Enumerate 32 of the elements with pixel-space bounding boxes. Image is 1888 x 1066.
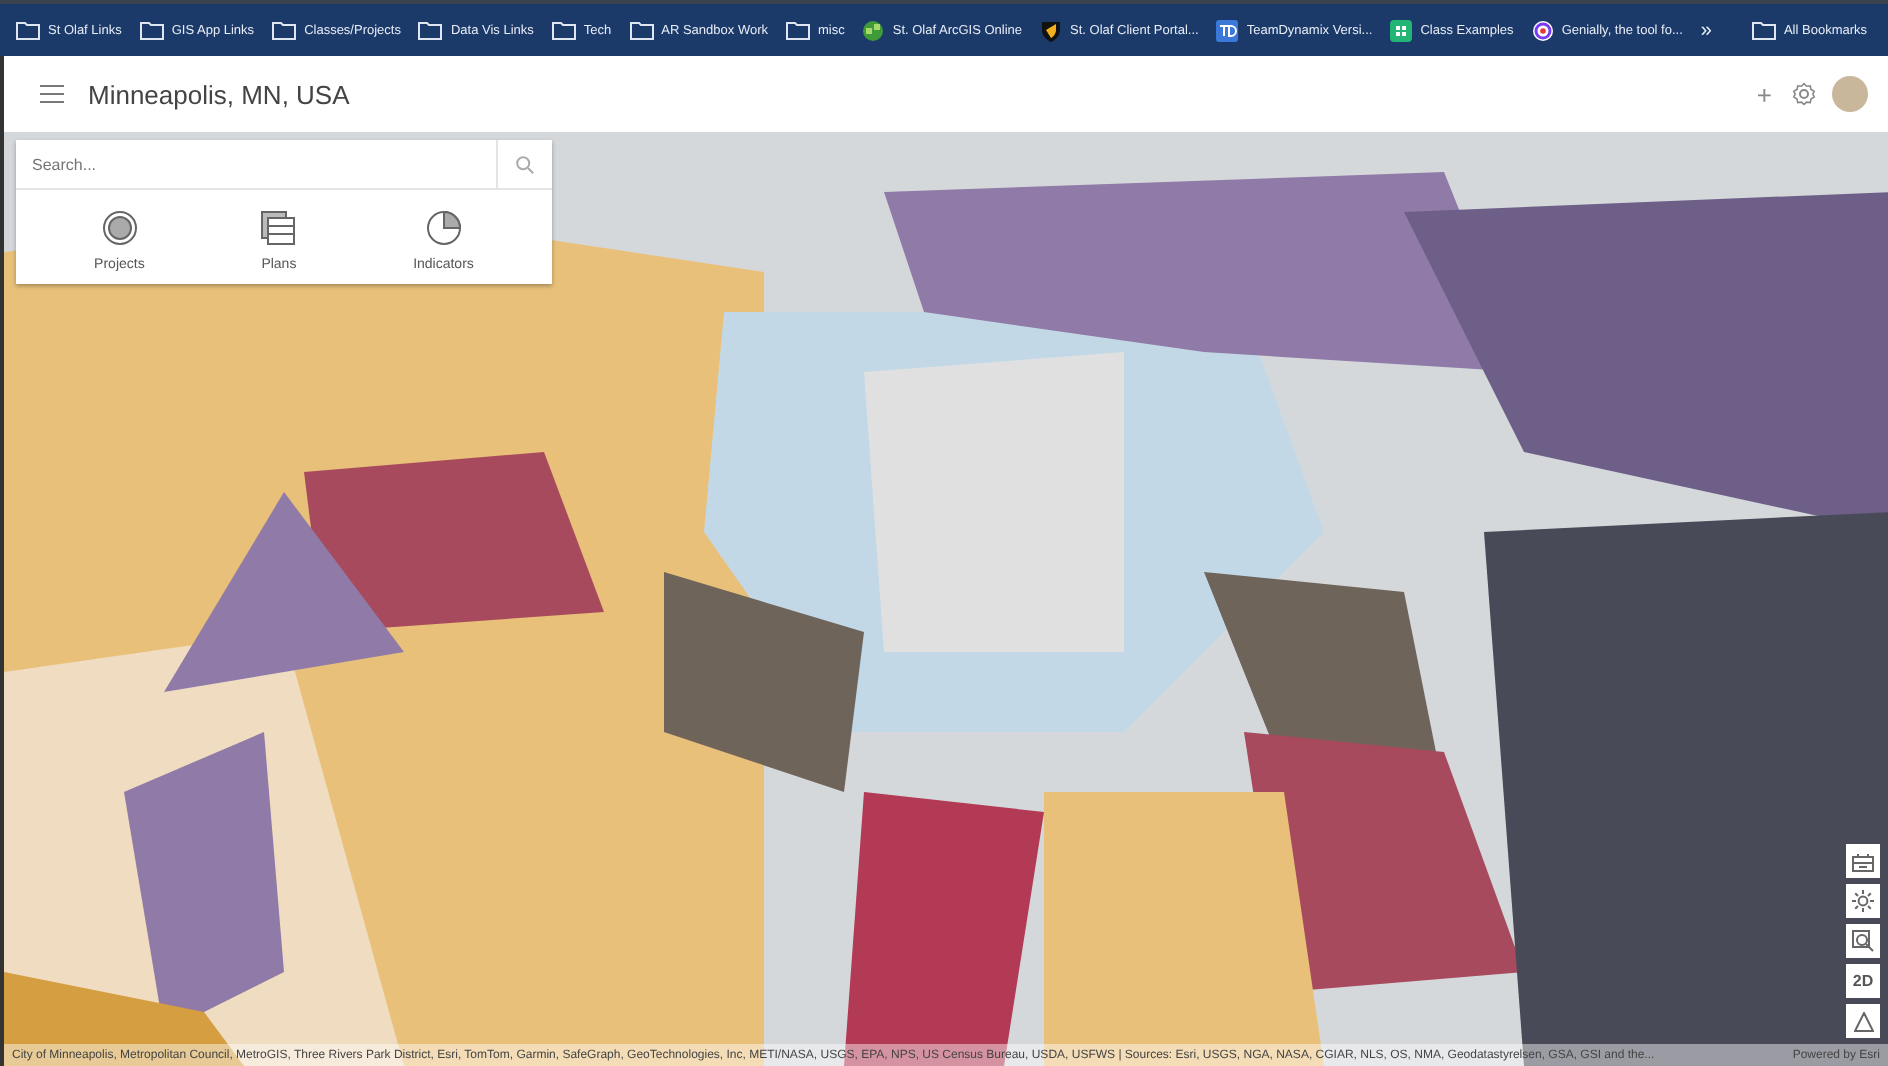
stacked-pages-icon (260, 210, 297, 246)
calendar-grid-icon (1852, 851, 1874, 871)
more-bookmarks-button[interactable]: » (1700, 19, 1712, 41)
map-control-button[interactable] (1846, 924, 1880, 958)
search-icon (516, 155, 534, 173)
zoom-area-icon (1852, 930, 1874, 952)
grid-icon (1390, 19, 1413, 41)
folder-icon (272, 20, 297, 40)
folder-icon (1751, 20, 1776, 40)
page-title: Minneapolis, MN, USA (88, 79, 352, 109)
compass-icon (1853, 1011, 1873, 1031)
folder-icon (786, 20, 810, 40)
map-control-button[interactable] (1846, 844, 1880, 878)
folder-icon (16, 20, 40, 40)
td-badge-icon (1216, 19, 1239, 41)
folder-icon (551, 20, 576, 40)
map-control-button[interactable] (1846, 884, 1880, 918)
add-button[interactable]: + (1756, 79, 1772, 109)
shield-icon (1040, 19, 1063, 41)
pie-chart-icon (425, 210, 462, 246)
menu-icon[interactable] (40, 84, 64, 104)
map-control-button[interactable] (1846, 1004, 1880, 1038)
swirl-icon (1531, 19, 1554, 41)
settings-icon[interactable] (1792, 82, 1816, 106)
folder-icon (629, 20, 654, 40)
target-icon (101, 210, 138, 246)
folder-icon (418, 20, 443, 40)
folder-icon (139, 20, 164, 40)
search-field[interactable]: Search... (16, 140, 496, 190)
view-mode-button[interactable]: 2D (1846, 964, 1880, 998)
sun-icon (1852, 890, 1874, 912)
globe-icon (862, 19, 885, 41)
